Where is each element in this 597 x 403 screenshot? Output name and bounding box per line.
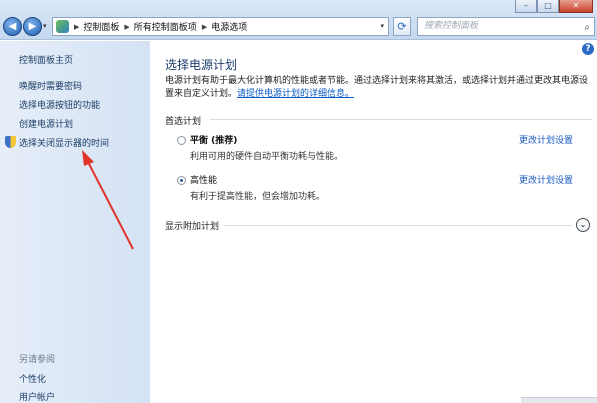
maximize-button[interactable]: □ [537, 0, 559, 13]
section-divider [210, 119, 592, 120]
breadcrumb-power-options[interactable]: 电源选项 [211, 20, 247, 33]
preferred-plans-label: 首选计划 [165, 117, 202, 127]
plan-name-high-performance[interactable]: 高性能 [190, 173, 217, 186]
sidebar-link-personalization[interactable]: 个性化 [19, 372, 46, 385]
sidebar-link-create-plan[interactable]: 创建电源计划 [19, 117, 73, 130]
chevron-right-icon[interactable]: ▶ [74, 23, 79, 31]
close-button[interactable]: ✕ [559, 0, 593, 13]
change-plan-settings-link[interactable]: 更改计划设置 [519, 173, 573, 186]
chevron-right-icon[interactable]: ▶ [124, 23, 129, 31]
address-dropdown-icon[interactable]: ▾ [380, 22, 384, 30]
plan-details-link[interactable]: 请提供电源计划的详细信息。 [237, 89, 354, 99]
shield-icon [5, 136, 16, 148]
page-description: 电源计划有助于最大化计算机的性能或者节能。通过选择计划来将其激活，或选择计划并通… [165, 75, 593, 101]
window-titlebar: – □ ✕ ◀ ▶ ▾ ▶ 控制面板 ▶ 所有控制面板项 ▶ 电源选项 ▾ ⟳ … [0, 0, 597, 40]
description-text: 电源计划有助于最大化计算机的性能或者节能。通过选择计划来将其激活，或选择计划并通… [165, 76, 589, 99]
search-placeholder: 搜索控制面板 [424, 21, 479, 31]
plan-radio-balanced[interactable] [177, 136, 186, 145]
window-controls: – □ ✕ [515, 0, 593, 13]
show-additional-plans-label[interactable]: 显示附加计划 [165, 219, 219, 232]
sidebar-home-link[interactable]: 控制面板主页 [19, 53, 73, 66]
minimize-button[interactable]: – [515, 0, 537, 13]
section-divider [224, 225, 572, 226]
sidebar-link-power-buttons[interactable]: 选择电源按钮的功能 [19, 98, 100, 111]
see-also-label: 另请参阅 [19, 355, 56, 365]
back-button[interactable]: ◀ [3, 17, 22, 36]
sidebar-link-display-off-time[interactable]: 选择关闭显示器的时间 [19, 136, 109, 149]
control-panel-icon [56, 20, 69, 33]
breadcrumb-all-items[interactable]: 所有控制面板项 [134, 20, 197, 33]
sidebar-link-user-accounts[interactable]: 用户帐户 [19, 390, 55, 403]
address-bar[interactable]: ▶ 控制面板 ▶ 所有控制面板项 ▶ 电源选项 ▾ [52, 17, 389, 36]
sidebar-link-wake-password[interactable]: 唤醒时需要密码 [19, 79, 82, 92]
plan-desc-balanced: 利用可用的硬件自动平衡功耗与性能。 [190, 152, 344, 162]
change-plan-settings-link[interactable]: 更改计划设置 [519, 133, 573, 146]
help-icon[interactable]: ? [582, 43, 594, 55]
search-input[interactable]: 搜索控制面板 ⌕ [417, 17, 595, 36]
plan-radio-high-performance[interactable] [177, 176, 186, 185]
scrollbar[interactable] [521, 397, 597, 403]
page-title: 选择电源计划 [165, 58, 238, 72]
sidebar: 控制面板主页 唤醒时需要密码 选择电源按钮的功能 创建电源计划 选择关闭显示器的… [0, 41, 150, 403]
forward-button[interactable]: ▶ [23, 17, 42, 36]
search-icon[interactable]: ⌕ [584, 19, 590, 36]
plan-desc-high-performance: 有利于提高性能，但会增加功耗。 [190, 192, 326, 202]
chevron-down-icon[interactable]: ⌄ [576, 218, 590, 232]
chevron-right-icon[interactable]: ▶ [202, 23, 207, 31]
refresh-button[interactable]: ⟳ [393, 17, 411, 36]
history-dropdown-icon[interactable]: ▾ [43, 22, 47, 30]
breadcrumb-control-panel[interactable]: 控制面板 [83, 20, 119, 33]
plan-name-balanced[interactable]: 平衡 (推荐) [190, 133, 237, 146]
